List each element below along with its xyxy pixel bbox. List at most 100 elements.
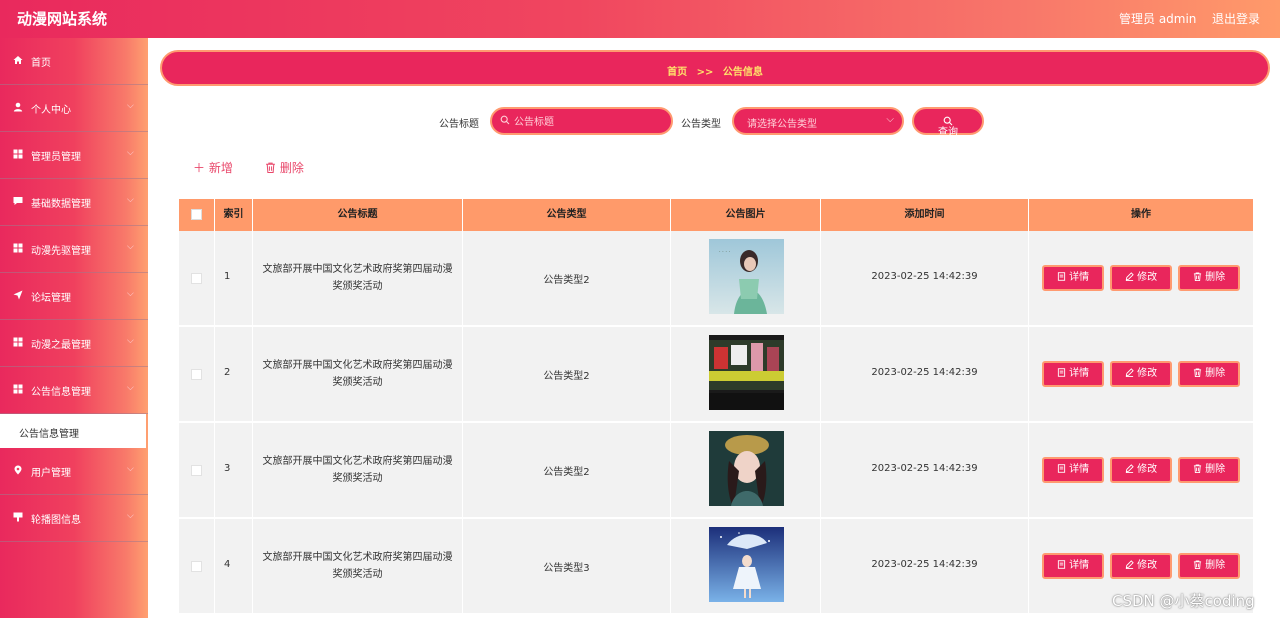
edit-label: 修改 — [1137, 368, 1158, 379]
delete-button[interactable]: 删除 — [1178, 265, 1240, 291]
document-icon — [1057, 560, 1066, 569]
sidebar: 首页 个人中心 ⌵ 管理员管理 ⌵ 基础数据管理 ⌵ 动漫先驱管理 ⌵ 论坛管理… — [0, 38, 148, 618]
sidebar-subitem-notice-info[interactable]: 公告信息管理 — [0, 414, 146, 448]
add-button-label: 新增 — [208, 161, 233, 175]
logout-link[interactable]: 退出登录 — [1212, 10, 1260, 27]
edit-icon — [1125, 560, 1134, 569]
notice-image: · · · · — [709, 239, 784, 314]
edit-label: 修改 — [1137, 560, 1158, 571]
delete-button[interactable]: 删除 — [1178, 361, 1240, 387]
edit-button[interactable]: 修改 — [1110, 361, 1172, 387]
query-button[interactable]: 查询 — [912, 107, 984, 138]
row-checkbox[interactable] — [191, 561, 202, 572]
home-icon — [13, 55, 24, 66]
document-icon — [1057, 464, 1066, 473]
breadcrumb-separator: >> — [696, 67, 714, 78]
row-checkbox[interactable] — [191, 273, 202, 284]
title-search-label: 公告标题 — [439, 119, 479, 130]
detail-button[interactable]: 详情 — [1042, 553, 1104, 579]
column-header-actions: 操作 — [1131, 209, 1151, 220]
delete-label: 删除 — [1205, 272, 1226, 283]
sidebar-item-basic-data[interactable]: 基础数据管理 ⌵ — [0, 179, 148, 226]
title-search-input[interactable] — [514, 114, 664, 130]
banner-icon — [13, 512, 24, 523]
table-row: 1 文旅部开展中国文化艺术政府奖第四届动漫奖颁奖活动 公告类型2 · · · ·… — [179, 231, 1253, 326]
delete-label: 删除 — [1205, 560, 1226, 571]
sidebar-item-pioneer-management[interactable]: 动漫先驱管理 ⌵ — [0, 226, 148, 273]
plus-icon: ＋ — [193, 161, 206, 175]
row-index: 1 — [224, 271, 231, 282]
table-row: 2 文旅部开展中国文化艺术政府奖第四届动漫奖颁奖活动 公告类型2 2023-02… — [179, 327, 1253, 422]
table-row: 3 文旅部开展中国文化艺术政府奖第四届动漫奖颁奖活动 公告类型2 2023-02… — [179, 423, 1253, 518]
sidebar-item-label: 用户管理 — [31, 468, 71, 479]
trash-icon — [266, 162, 275, 173]
document-icon — [1057, 272, 1066, 281]
delete-label: 删除 — [1205, 368, 1226, 379]
column-header-time: 添加时间 — [821, 199, 1029, 231]
edit-button[interactable]: 修改 — [1110, 265, 1172, 291]
delete-button[interactable]: 删除 — [1178, 457, 1240, 483]
trash-icon — [1193, 368, 1202, 377]
trash-icon — [1193, 272, 1202, 281]
chat-icon — [13, 196, 24, 207]
detail-button[interactable]: 详情 — [1042, 457, 1104, 483]
row-title: 文旅部开展中国文化艺术政府奖第四届动漫奖颁奖活动 — [262, 552, 453, 580]
batch-delete-button[interactable]: 删除 — [265, 159, 304, 176]
chevron-down-icon: ⌵ — [127, 101, 134, 111]
current-user: 管理员 admin — [1119, 12, 1197, 26]
chevron-down-icon: ⌵ — [886, 114, 894, 125]
chevron-down-icon: ⌵ — [127, 195, 134, 205]
sidebar-item-best-anime[interactable]: 动漫之最管理 ⌵ — [0, 320, 148, 367]
svg-text:· · · ·: · · · · — [719, 249, 731, 255]
search-icon — [500, 115, 510, 128]
sidebar-subitem-label: 公告信息管理 — [19, 429, 79, 440]
row-checkbox[interactable] — [191, 369, 202, 380]
column-header-title: 公告标题 — [253, 199, 463, 231]
chevron-down-icon: ⌵ — [127, 464, 134, 474]
column-header-image: 公告图片 — [671, 199, 821, 231]
type-select[interactable]: 请选择公告类型 ⌵ — [732, 107, 904, 135]
type-select-placeholder: 请选择公告类型 — [747, 119, 817, 130]
edit-button[interactable]: 修改 — [1110, 457, 1172, 483]
sidebar-item-user-management[interactable]: 用户管理 ⌵ — [0, 448, 148, 495]
row-title: 文旅部开展中国文化艺术政府奖第四届动漫奖颁奖活动 — [262, 264, 453, 292]
send-icon — [13, 290, 24, 301]
type-select-label: 公告类型 — [681, 119, 721, 130]
sidebar-item-forum-management[interactable]: 论坛管理 ⌵ — [0, 273, 148, 320]
row-checkbox[interactable] — [191, 465, 202, 476]
row-type: 公告类型2 — [543, 467, 590, 478]
trash-icon — [1193, 464, 1202, 473]
sidebar-item-banner-info[interactable]: 轮播图信息 ⌵ — [0, 495, 148, 542]
app-title: 动漫网站系统 — [17, 10, 108, 28]
sidebar-item-admin-management[interactable]: 管理员管理 ⌵ — [0, 132, 148, 179]
sidebar-item-label: 首页 — [31, 58, 51, 69]
select-all-checkbox[interactable] — [191, 209, 202, 220]
row-time: 2023-02-25 14:42:39 — [871, 559, 978, 570]
breadcrumb-home[interactable]: 首页 — [667, 67, 687, 78]
detail-button[interactable]: 详情 — [1042, 361, 1104, 387]
row-title: 文旅部开展中国文化艺术政府奖第四届动漫奖颁奖活动 — [262, 456, 453, 484]
delete-button[interactable]: 删除 — [1178, 553, 1240, 579]
sidebar-item-label: 轮播图信息 — [31, 515, 81, 526]
sidebar-item-home[interactable]: 首页 — [0, 38, 148, 85]
user-icon — [13, 102, 24, 113]
document-icon — [1057, 368, 1066, 377]
sidebar-item-label: 个人中心 — [31, 105, 71, 116]
detail-label: 详情 — [1069, 272, 1090, 283]
row-index: 2 — [224, 367, 231, 378]
batch-delete-label: 删除 — [279, 161, 304, 175]
chevron-down-icon: ⌵ — [127, 511, 134, 521]
detail-button[interactable]: 详情 — [1042, 265, 1104, 291]
edit-label: 修改 — [1137, 272, 1158, 283]
notice-image — [709, 431, 784, 506]
sidebar-item-personal-center[interactable]: 个人中心 ⌵ — [0, 85, 148, 132]
chevron-down-icon: ⌵ — [127, 289, 134, 299]
watermark: CSDN @小蔡coding — [1112, 592, 1255, 610]
add-button[interactable]: ＋ 新增 — [193, 159, 233, 176]
sidebar-item-notice-management[interactable]: 公告信息管理 ⌵ — [0, 367, 148, 414]
detail-label: 详情 — [1069, 368, 1090, 379]
row-time: 2023-02-25 14:42:39 — [871, 463, 978, 474]
select-all-cell — [179, 199, 215, 231]
edit-button[interactable]: 修改 — [1110, 553, 1172, 579]
detail-label: 详情 — [1069, 464, 1090, 475]
